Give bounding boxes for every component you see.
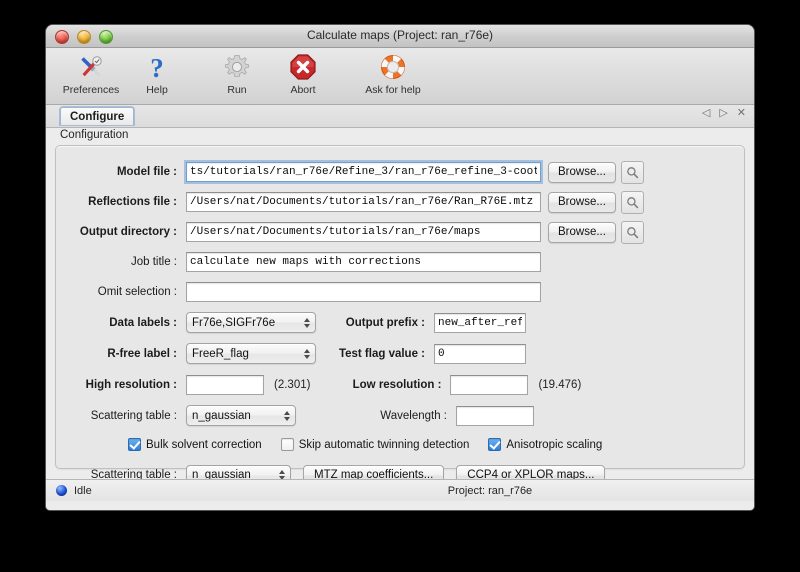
test-flag-value-label: Test flag value : <box>316 348 434 360</box>
job-title-label: Job title : <box>56 256 186 268</box>
row-reflections-file: Reflections file : /Users/nat/Documents/… <box>56 187 744 217</box>
tab-next-icon[interactable]: ▷ <box>719 108 727 119</box>
toolbar-label-ask-for-help: Ask for help <box>365 84 420 96</box>
row-job-title: Job title : calculate new maps with corr… <box>56 247 744 277</box>
question-mark-icon: ? <box>143 51 171 83</box>
data-labels-select[interactable]: Fr76e,SIGFr76e <box>186 312 316 333</box>
chevron-updown-icon <box>304 318 310 328</box>
output-directory-label: Output directory : <box>56 226 186 238</box>
title-bar: Calculate maps (Project: ran_r76e) <box>46 25 754 48</box>
rfree-label-label: R-free label : <box>56 348 186 360</box>
toolbar-label-help: Help <box>146 84 168 96</box>
content-area: Configuration Model file : ts/tutorials/… <box>46 128 754 479</box>
toolbar: Preferences ? Help Run <box>46 48 754 105</box>
omit-selection-label: Omit selection : <box>56 286 186 298</box>
reflections-file-magnifier-icon[interactable] <box>621 191 644 214</box>
row-data-labels: Data labels : Fr76e,SIGFr76e Output pref… <box>56 307 744 338</box>
model-file-magnifier-icon[interactable] <box>621 161 644 184</box>
model-file-browse-button[interactable]: Browse... <box>548 162 616 183</box>
high-resolution-label: High resolution : <box>56 379 186 391</box>
row-scattering-wavelength: Scattering table : n_gaussian Wavelength… <box>56 400 744 431</box>
data-labels-label: Data labels : <box>56 317 186 329</box>
scattering-table-1-label: Scattering table : <box>56 410 186 422</box>
output-directory-magnifier-icon[interactable] <box>621 221 644 244</box>
low-resolution-hint: (19.476) <box>538 379 581 391</box>
status-bar: Idle Project: ran_r76e <box>46 479 754 501</box>
output-prefix-label: Output prefix : <box>316 317 434 329</box>
checkmark-icon <box>488 438 501 451</box>
checkmark-icon <box>128 438 141 451</box>
toolbar-button-run[interactable]: Run <box>204 48 270 96</box>
row-omit-selection: Omit selection : <box>56 277 744 307</box>
checkbox-bulk-solvent-correction[interactable]: Bulk solvent correction <box>128 438 262 451</box>
row-model-file: Model file : ts/tutorials/ran_r76e/Refin… <box>56 157 744 187</box>
svg-text:?: ? <box>150 53 164 82</box>
row-output-directory: Output directory : /Users/nat/Documents/… <box>56 217 744 247</box>
toolbar-label-abort: Abort <box>290 84 315 96</box>
row-rfree-label: R-free label : FreeR_flag Test flag valu… <box>56 338 744 369</box>
checkbox-anisotropic-scaling[interactable]: Anisotropic scaling <box>488 438 602 451</box>
wavelength-input[interactable] <box>456 406 534 426</box>
toolbar-label-preferences: Preferences <box>63 84 120 96</box>
toolbar-button-abort[interactable]: Abort <box>270 48 336 96</box>
low-resolution-input[interactable] <box>450 375 528 395</box>
wavelength-label: Wavelength : <box>296 410 456 422</box>
checkbox-empty-icon <box>281 438 294 451</box>
output-directory-input[interactable]: /Users/nat/Documents/tutorials/ran_r76e/… <box>186 222 541 242</box>
gear-icon <box>223 51 251 83</box>
high-resolution-hint: (2.301) <box>274 379 310 391</box>
window-bottom-strip <box>46 501 754 510</box>
reflections-file-input[interactable]: /Users/nat/Documents/tutorials/ran_r76e/… <box>186 192 541 212</box>
tab-prev-icon[interactable]: ◁ <box>702 108 710 119</box>
toolbar-button-ask-for-help[interactable]: Ask for help <box>350 48 436 96</box>
chevron-updown-icon <box>304 349 310 359</box>
toolbar-button-help[interactable]: ? Help <box>124 48 190 96</box>
high-resolution-input[interactable] <box>186 375 264 395</box>
job-title-input[interactable]: calculate new maps with corrections <box>186 252 541 272</box>
test-flag-value-input[interactable]: 0 <box>434 344 526 364</box>
window-title: Calculate maps (Project: ran_r76e) <box>46 28 754 42</box>
output-directory-browse-button[interactable]: Browse... <box>548 222 616 243</box>
row-checkboxes: Bulk solvent correction Skip automatic t… <box>56 431 744 458</box>
tab-bar: Configure ◁ ▷ ✕ <box>46 105 754 128</box>
toolbar-label-run: Run <box>227 84 246 96</box>
tab-close-icon[interactable]: ✕ <box>737 108 746 119</box>
configuration-group-title: Configuration <box>60 129 128 141</box>
reflections-file-browse-button[interactable]: Browse... <box>548 192 616 213</box>
toolbar-button-preferences[interactable]: Preferences <box>58 48 124 96</box>
configuration-group: Configuration Model file : ts/tutorials/… <box>55 145 745 469</box>
row-resolution: High resolution : (2.301) Low resolution… <box>56 369 744 400</box>
tools-icon <box>76 51 106 83</box>
model-file-label: Model file : <box>56 166 186 178</box>
status-project-label: Project: ran_r76e <box>46 485 754 497</box>
output-prefix-input[interactable]: new_after_ref: <box>434 313 526 333</box>
model-file-input[interactable]: ts/tutorials/ran_r76e/Refine_3/ran_r76e_… <box>186 162 541 182</box>
omit-selection-input[interactable] <box>186 282 541 302</box>
checkbox-skip-automatic-twinning-detection[interactable]: Skip automatic twinning detection <box>281 438 470 451</box>
rfree-label-select[interactable]: FreeR_flag <box>186 343 316 364</box>
lifebuoy-icon <box>379 51 407 83</box>
reflections-file-label: Reflections file : <box>56 196 186 208</box>
scattering-table-1-select[interactable]: n_gaussian <box>186 405 296 426</box>
configuration-form: Model file : ts/tutorials/ran_r76e/Refin… <box>56 146 744 492</box>
application-window: Calculate maps (Project: ran_r76e) <box>46 25 754 510</box>
tab-configure[interactable]: Configure <box>60 107 134 125</box>
stop-x-icon <box>289 51 317 83</box>
tab-navigation: ◁ ▷ ✕ <box>702 108 746 119</box>
chevron-updown-icon <box>284 411 290 421</box>
low-resolution-label: Low resolution : <box>310 379 450 391</box>
